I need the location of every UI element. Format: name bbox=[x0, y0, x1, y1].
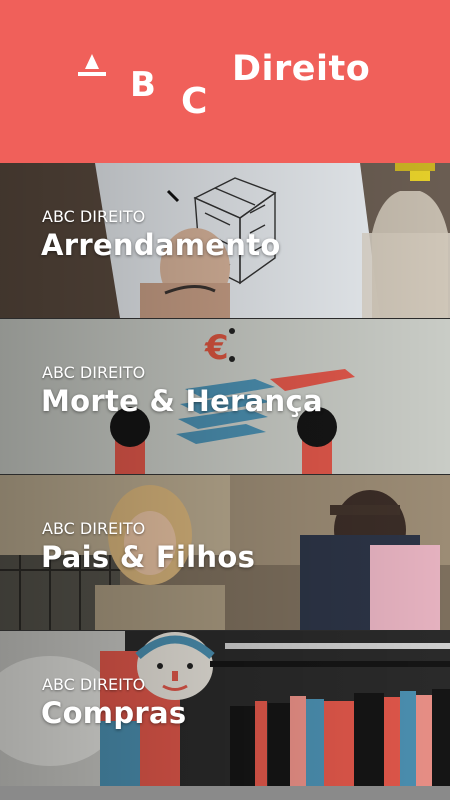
logo-letter-c: C bbox=[181, 81, 208, 122]
app-header: B C Direito bbox=[0, 0, 450, 163]
logo-wordmark: Direito bbox=[232, 49, 371, 89]
logo-letter-b: B bbox=[130, 65, 156, 105]
card-arrendamento[interactable]: ABC DIREITO Arrendamento bbox=[0, 163, 450, 318]
card-compras[interactable]: ABC DIREITO Compras bbox=[0, 631, 450, 786]
logo-a-mark bbox=[78, 54, 106, 76]
card-title: Pais & Filhos bbox=[41, 540, 256, 574]
card-title: Compras bbox=[41, 696, 187, 730]
card-kicker: ABC DIREITO bbox=[42, 519, 146, 538]
bottom-edge bbox=[0, 786, 450, 800]
card-morte-heranca[interactable]: € ABC DIREITO Morte & Herança bbox=[0, 319, 450, 474]
card-title: Morte & Herança bbox=[41, 384, 323, 418]
card-pais-filhos[interactable]: ABC DIREITO Pais & Filhos bbox=[0, 475, 450, 630]
card-kicker: ABC DIREITO bbox=[42, 675, 146, 694]
card-kicker: ABC DIREITO bbox=[42, 207, 146, 226]
logo-letter-a bbox=[78, 52, 106, 78]
card-title: Arrendamento bbox=[41, 228, 281, 262]
card-kicker: ABC DIREITO bbox=[42, 363, 146, 382]
